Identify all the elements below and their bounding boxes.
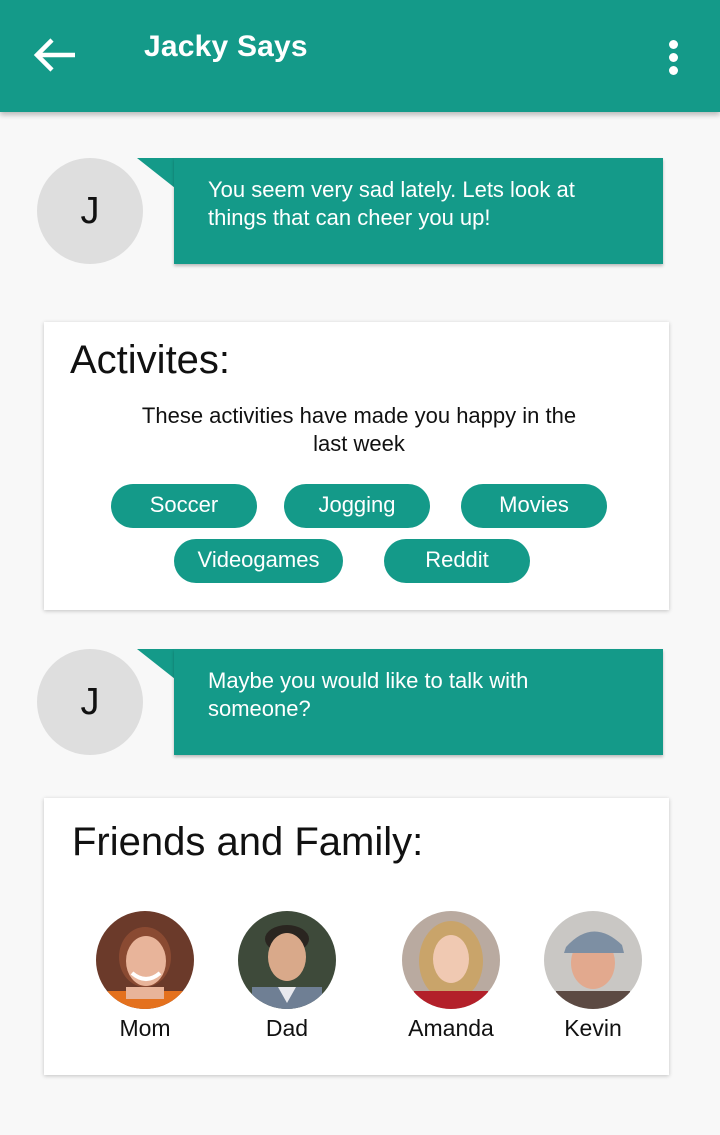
- contact-photo: [238, 911, 336, 1009]
- activities-title: Activites:: [70, 338, 231, 382]
- activity-chip-jogging[interactable]: Jogging: [284, 484, 430, 528]
- contact-name: Kevin: [564, 1015, 622, 1041]
- page-title: Jacky Says: [144, 30, 308, 63]
- contact-photo: [544, 911, 642, 1009]
- message-bubble: You seem very sad lately. Lets look at t…: [174, 158, 663, 264]
- woman-portrait-photo: [402, 911, 500, 1009]
- contact-dad[interactable]: Dad: [227, 911, 347, 1042]
- man-portrait-photo: [238, 911, 336, 1009]
- man-cap-portrait-photo: [544, 911, 642, 1009]
- assistant-avatar: J: [37, 649, 143, 755]
- activity-chip-soccer[interactable]: Soccer: [111, 484, 257, 528]
- app-bar: Jacky Says: [0, 0, 720, 112]
- message-text: Maybe you would like to talk with someon…: [208, 668, 529, 721]
- activities-subtitle: These activities have made you happy in …: [141, 403, 577, 456]
- contact-amanda[interactable]: Amanda: [391, 911, 511, 1042]
- contact-kevin[interactable]: Kevin: [533, 911, 653, 1042]
- contact-name: Amanda: [408, 1015, 494, 1041]
- back-button[interactable]: [30, 32, 80, 78]
- activity-chip-reddit[interactable]: Reddit: [384, 539, 530, 583]
- assistant-avatar: J: [37, 158, 143, 264]
- bubble-tail: [137, 158, 175, 188]
- message-bubble: Maybe you would like to talk with someon…: [174, 649, 663, 755]
- bubble-tail: [137, 649, 175, 679]
- friends-title: Friends and Family:: [72, 820, 424, 864]
- activity-chip-movies[interactable]: Movies: [461, 484, 607, 528]
- contact-mom[interactable]: Mom: [85, 911, 205, 1042]
- more-options-button[interactable]: [656, 34, 692, 78]
- contact-name: Mom: [119, 1015, 171, 1041]
- activities-card: Activites: These activities have made yo…: [44, 322, 669, 610]
- friends-card: Friends and Family: Mom Dad Amanda Kevin: [44, 798, 669, 1075]
- contact-name: Dad: [265, 1015, 309, 1041]
- activity-chip-videogames[interactable]: Videogames: [174, 539, 343, 583]
- woman-portrait-photo: [96, 911, 194, 1009]
- message-text: You seem very sad lately. Lets look at t…: [208, 177, 575, 230]
- contact-photo: [402, 911, 500, 1009]
- contact-photo: [96, 911, 194, 1009]
- arrow-left-icon: [33, 38, 75, 72]
